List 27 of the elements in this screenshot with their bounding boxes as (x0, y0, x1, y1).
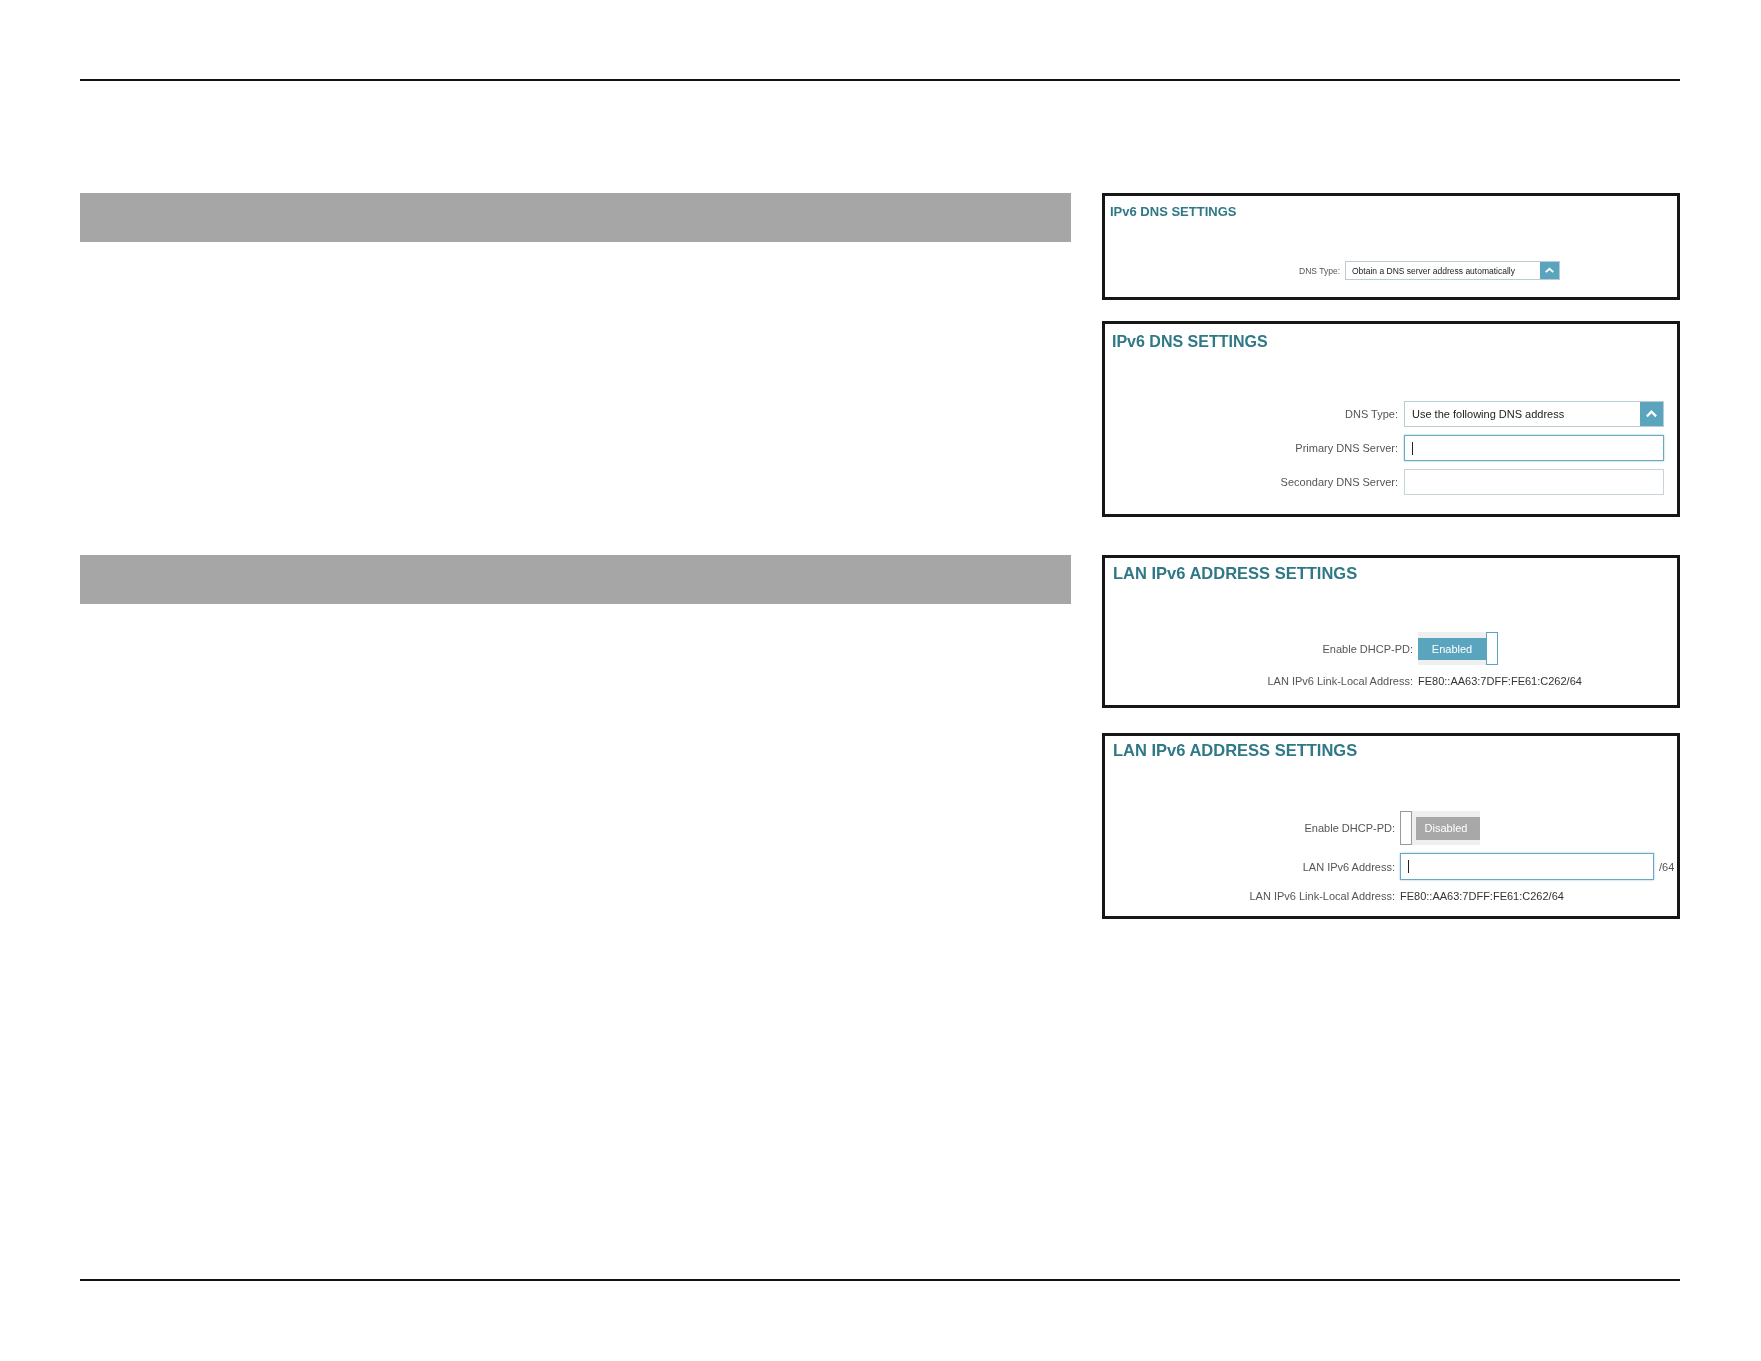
panel-title: LAN IPv6 ADDRESS SETTINGS (1113, 740, 1358, 761)
field-value: FE80::AA63:7DFF:FE61:C262/64 (1400, 890, 1564, 902)
unit-label: /64 (1659, 860, 1675, 873)
field-label: Primary DNS Server: (1294, 442, 1399, 454)
panel-title: LAN IPv6 ADDRESS SETTINGS (1113, 563, 1358, 584)
input-field[interactable] (1404, 435, 1664, 461)
dropdown-field[interactable]: Obtain a DNS server address automatically (1345, 261, 1560, 280)
input-field[interactable] (1404, 469, 1664, 495)
panel-title: IPv6 DNS SETTINGS (1110, 204, 1237, 220)
field-value: FE80::AA63:7DFF:FE61:C262/64 (1418, 675, 1582, 687)
input-field[interactable] (1400, 853, 1654, 880)
caret-icon (1540, 262, 1559, 279)
field-label: Secondary DNS Server: (1279, 476, 1399, 488)
field-label: Enable DHCP-PD: (1303, 822, 1396, 834)
field-label: LAN IPv6 Address: (1301, 860, 1396, 873)
dropdown-field[interactable]: Use the following DNS address (1404, 401, 1664, 427)
field-label: DNS Type: (1344, 408, 1399, 420)
field-label: LAN IPv6 Link-Local Address: (1248, 890, 1396, 902)
field-label: LAN IPv6 Link-Local Address: (1266, 675, 1414, 687)
text-cursor-icon (1412, 441, 1413, 455)
switch-knob[interactable] (1486, 632, 1498, 665)
text-cursor-icon (1408, 860, 1409, 873)
field-label: DNS Type: (1298, 265, 1341, 276)
panel-title: IPv6 DNS SETTINGS (1112, 332, 1268, 352)
field-label: Enable DHCP-PD: (1321, 642, 1414, 655)
caret-icon (1640, 402, 1663, 426)
switch-knob[interactable] (1400, 811, 1412, 845)
